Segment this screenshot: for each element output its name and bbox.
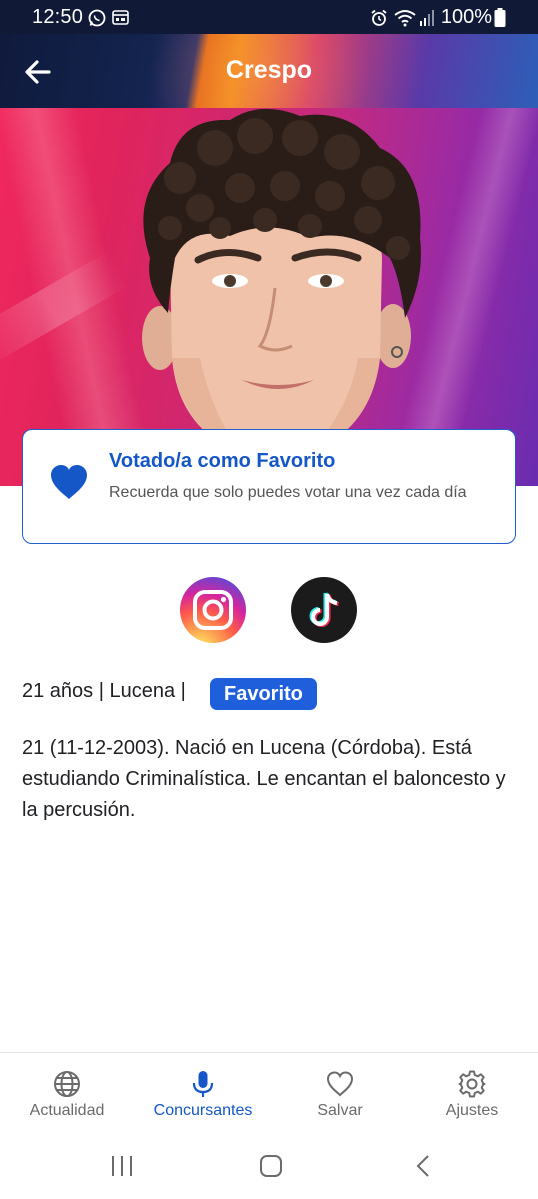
nav-label: Actualidad [29,1102,105,1119]
contestant-meta: 21 años | Lucena | [22,680,186,702]
nav-item-salvar[interactable]: Salvar [273,1053,407,1141]
heart-outline-icon [326,1071,354,1097]
instagram-icon [193,590,233,630]
home-button[interactable] [259,1154,283,1183]
globe-icon [54,1071,80,1097]
nav-item-ajustes[interactable]: Ajustes [405,1053,538,1141]
vote-subtitle: Recuerda que solo puedes votar una vez c… [109,484,467,501]
wifi-icon [394,9,416,32]
battery-icon [494,8,506,32]
chevron-left-icon [416,1155,429,1177]
recent-apps-button[interactable] [110,1154,134,1183]
signal-icon [419,9,435,32]
gear-icon [458,1070,486,1098]
page-title: Crespo [225,56,313,84]
contestant-bio: 21 (11-12-2003). Nació en Lucena (Córdob… [22,737,506,821]
calendar-icon [112,9,129,31]
home-icon [260,1155,282,1177]
nav-label: Ajustes [445,1102,499,1119]
status-bar: 12:50 100% [0,0,538,34]
status-time: 12:50 [32,6,84,28]
instagram-button[interactable] [180,577,246,643]
recent-apps-icon [112,1156,132,1176]
vote-title: Votado/a como Favorito [109,450,336,472]
nav-label: Concursantes [153,1102,253,1119]
heart-icon [49,464,89,505]
favorite-badge: Favorito [210,678,317,710]
system-nav-bar [0,1140,538,1199]
tiktok-icon [309,592,339,627]
tiktok-button[interactable] [291,577,357,643]
system-back-button[interactable] [412,1154,436,1183]
nav-item-actualidad[interactable]: Actualidad [0,1053,134,1141]
microphone-icon [192,1071,214,1097]
app-header: Crespo [0,34,538,108]
nav-label: Salvar [317,1102,363,1119]
nav-item-concursantes[interactable]: Concursantes [136,1053,270,1141]
vote-status-card: Votado/a como Favorito Recuerda que solo… [22,429,516,544]
whatsapp-icon [88,9,106,32]
battery-percent: 100% [440,6,492,28]
bottom-nav: Actualidad Concursantes Salvar Ajustes [0,1052,538,1140]
alarm-icon [370,9,388,32]
